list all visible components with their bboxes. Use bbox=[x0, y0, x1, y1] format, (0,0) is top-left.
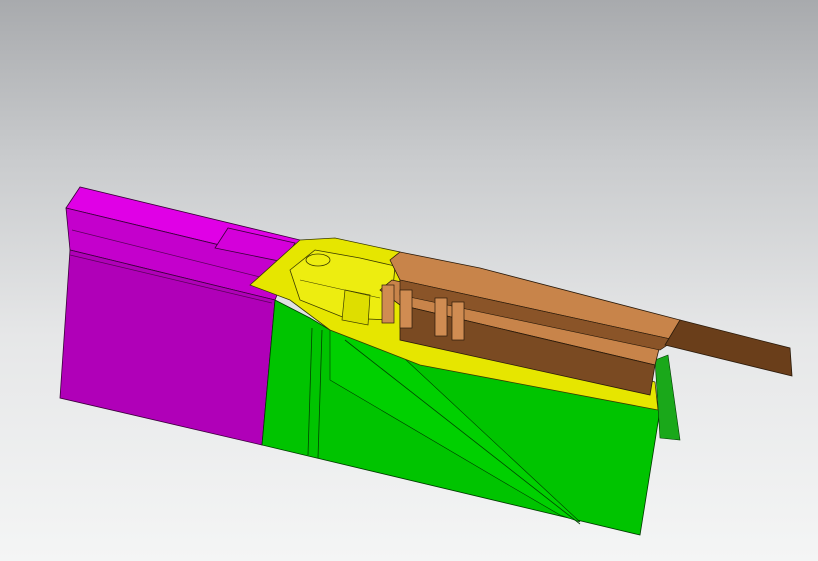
side-panel-part[interactable] bbox=[59, 186, 301, 446]
cad-model-view[interactable] bbox=[0, 0, 818, 561]
cad-viewport[interactable] bbox=[0, 0, 818, 561]
